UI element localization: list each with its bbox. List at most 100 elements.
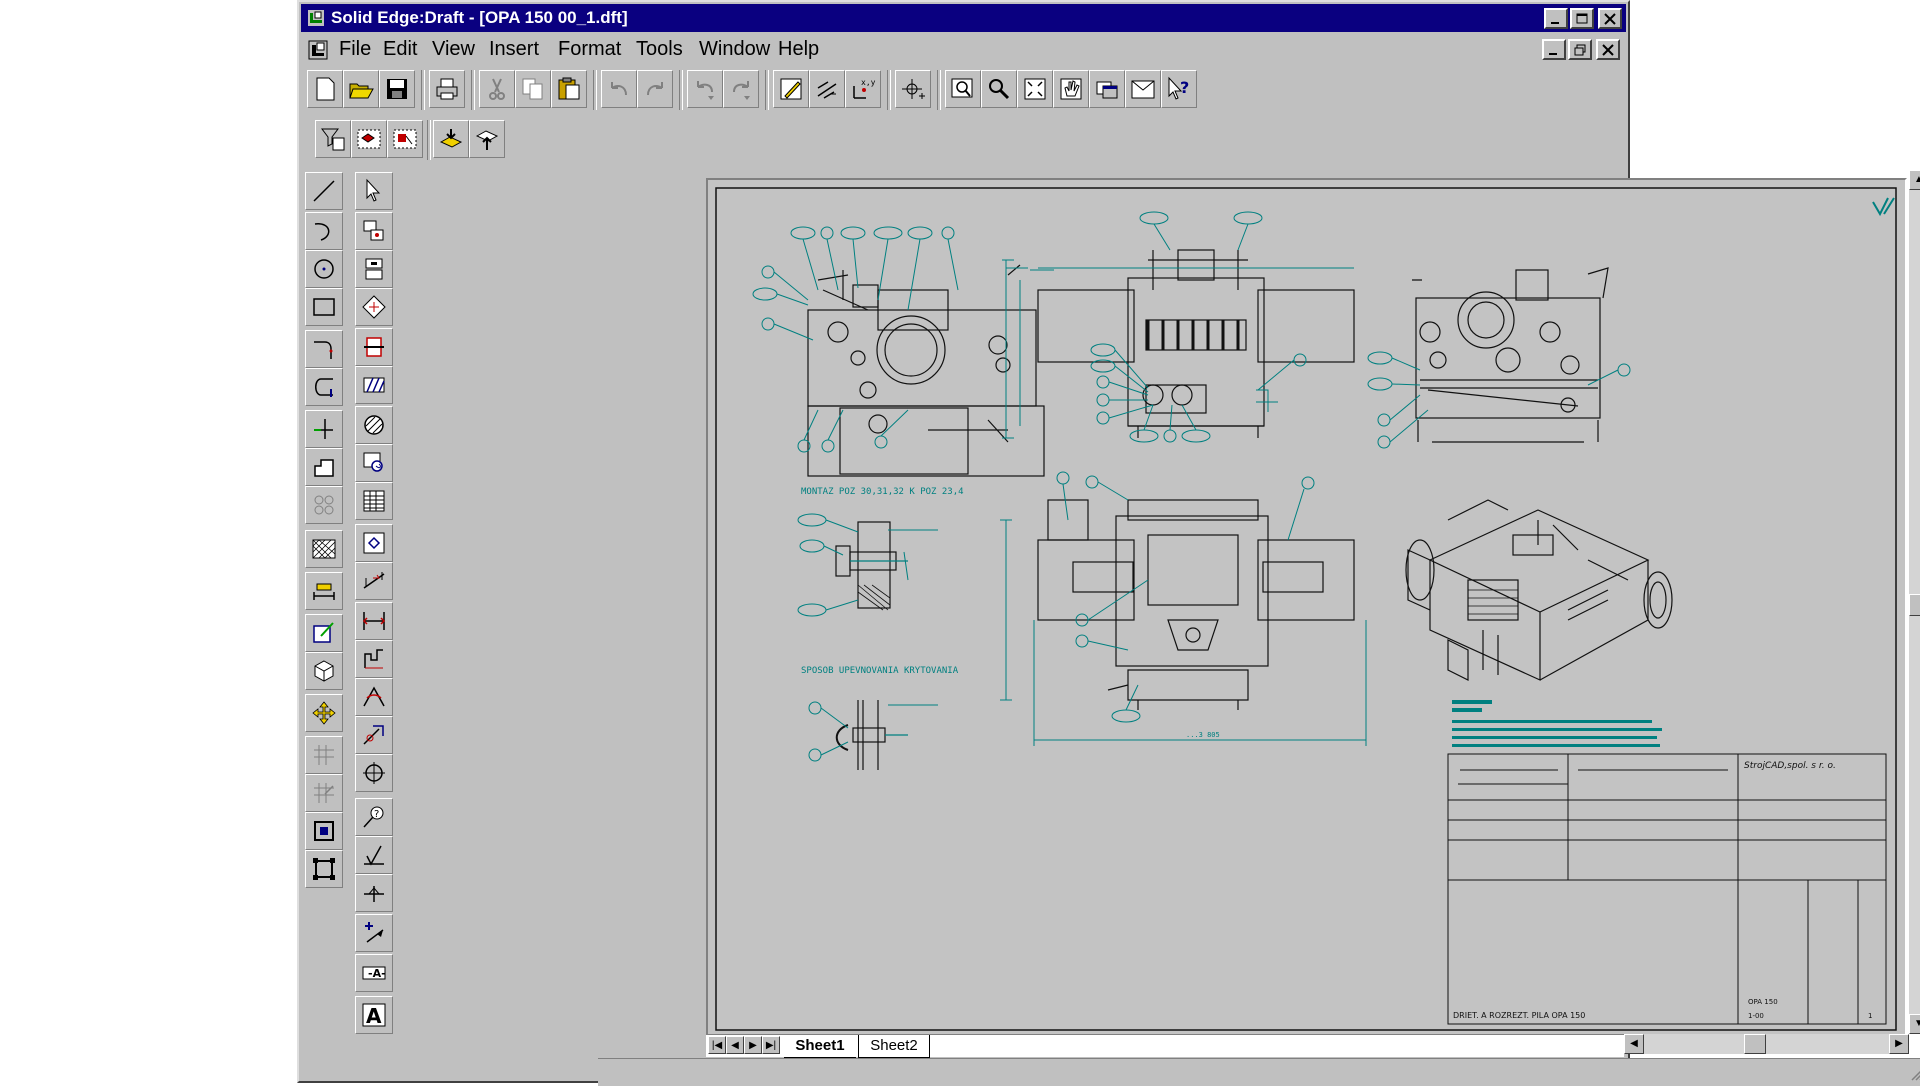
document-icon[interactable] <box>307 39 329 61</box>
help-pointer-button[interactable]: ? <box>1161 70 1197 108</box>
next-sheet-button[interactable]: ▶ <box>744 1036 762 1054</box>
parts-list-tool[interactable] <box>355 482 393 520</box>
trim-tool[interactable] <box>305 368 343 406</box>
drawing-view-tool[interactable] <box>355 524 393 562</box>
zoom-button[interactable] <box>981 70 1017 108</box>
draw-button[interactable] <box>773 70 809 108</box>
select-all-button[interactable] <box>387 120 423 158</box>
scale-tool[interactable] <box>305 812 343 850</box>
center-mark-tool[interactable] <box>355 754 393 792</box>
copy-button[interactable] <box>515 70 551 108</box>
leader-tool[interactable] <box>355 914 393 952</box>
stretch-tool[interactable] <box>305 774 343 812</box>
principal-view-tool[interactable] <box>355 250 393 288</box>
rotate-tool[interactable] <box>305 850 343 888</box>
open-button[interactable] <box>343 70 379 108</box>
select-tool[interactable] <box>355 172 393 210</box>
pattern-tool[interactable] <box>305 486 343 524</box>
doc-close-button[interactable] <box>1596 39 1620 60</box>
doc-restore-button[interactable] <box>1568 39 1592 60</box>
drawing-sheet[interactable]: MONTAZ POZ 30,31,32 K POZ 23,4 SPOSOB UP… <box>706 178 1907 1040</box>
save-button[interactable] <box>379 70 415 108</box>
window-view-button[interactable] <box>1089 70 1125 108</box>
vertical-scroll-thumb[interactable] <box>1909 594 1920 616</box>
cutting-plane-tool[interactable] <box>355 366 393 404</box>
background-sheet-button[interactable] <box>1125 70 1161 108</box>
arc-tool[interactable] <box>305 212 343 250</box>
balloon-tool[interactable]: ? <box>355 798 393 836</box>
horizontal-dimension-tool[interactable] <box>355 602 393 640</box>
prev-sheet-button[interactable]: ◀ <box>726 1036 744 1054</box>
menu-tools[interactable]: Tools <box>636 38 683 61</box>
redo-list-button[interactable] <box>723 70 759 108</box>
coordinate-button[interactable]: x,y <box>845 70 881 108</box>
tab-sheet2[interactable]: Sheet2 <box>858 1035 930 1058</box>
symmetric-diameter-tool[interactable] <box>355 716 393 754</box>
undo-button[interactable] <box>601 70 637 108</box>
snap-point-button[interactable] <box>895 70 931 108</box>
hatch-tool[interactable] <box>305 530 343 568</box>
menu-edit[interactable]: Edit <box>383 38 417 61</box>
doc-minimize-button[interactable] <box>1542 39 1566 60</box>
distance-tool[interactable] <box>355 562 393 600</box>
rectangle-tool[interactable] <box>305 288 343 326</box>
title-bar[interactable]: Solid Edge:Draft - [OPA 150 00_1.dft] <box>301 4 1626 32</box>
undo-list-button[interactable] <box>687 70 723 108</box>
last-sheet-button[interactable]: ▶| <box>762 1036 780 1054</box>
circle-tool[interactable] <box>305 250 343 288</box>
surface-texture-tool[interactable] <box>355 836 393 874</box>
menu-file[interactable]: File <box>339 38 371 61</box>
move-tool[interactable] <box>305 694 343 732</box>
bring-front-button[interactable] <box>433 120 469 158</box>
fillet-tool[interactable] <box>305 330 343 368</box>
broken-out-tool[interactable] <box>355 406 393 444</box>
extend-tool[interactable] <box>305 410 343 448</box>
auxiliary-view-tool[interactable] <box>355 288 393 326</box>
text-tool[interactable]: A <box>355 996 393 1034</box>
menu-format[interactable]: Format <box>558 38 621 61</box>
dimension-style-button[interactable] <box>809 70 845 108</box>
scroll-left-button[interactable]: ◀ <box>1624 1034 1644 1054</box>
dimension-tool[interactable] <box>305 572 343 610</box>
coordinate-dimension-tool[interactable] <box>355 640 393 678</box>
weld-symbol-tool[interactable] <box>355 874 393 912</box>
filter-button[interactable] <box>315 120 351 158</box>
menu-window[interactable]: Window <box>699 38 770 61</box>
vertical-scrollbar[interactable]: ▲ ▼ <box>1909 170 1920 1034</box>
horizontal-scroll-thumb[interactable] <box>1744 1034 1766 1054</box>
redo-button[interactable] <box>637 70 673 108</box>
paste-button[interactable] <box>551 70 587 108</box>
line-tool[interactable] <box>305 172 343 210</box>
menu-help[interactable]: Help <box>778 38 819 61</box>
maximize-button[interactable] <box>1570 8 1594 29</box>
array-tool[interactable] <box>305 736 343 774</box>
zoom-area-button[interactable] <box>945 70 981 108</box>
edit-sketch-tool[interactable] <box>305 614 343 652</box>
minimize-button[interactable] <box>1544 8 1568 29</box>
first-sheet-button[interactable]: |◀ <box>708 1036 726 1054</box>
menu-view[interactable]: View <box>432 38 475 61</box>
scroll-up-button[interactable]: ▲ <box>1909 170 1920 190</box>
scroll-right-button[interactable]: ▶ <box>1889 1034 1909 1054</box>
tab-sheet1[interactable]: Sheet1 <box>784 1035 856 1059</box>
print-button[interactable] <box>429 70 465 108</box>
fit-button[interactable] <box>1017 70 1053 108</box>
scroll-down-button[interactable]: ▼ <box>1909 1014 1920 1034</box>
new-button[interactable] <box>307 70 343 108</box>
feature-control-tool[interactable]: -A- <box>355 954 393 992</box>
select-group-button[interactable] <box>351 120 387 158</box>
pan-button[interactable] <box>1053 70 1089 108</box>
detail-view-tool[interactable] <box>355 444 393 482</box>
fill-tool[interactable] <box>305 448 343 486</box>
trim-curve-icon <box>315 378 333 397</box>
send-back-button[interactable] <box>469 120 505 158</box>
cut-button[interactable] <box>479 70 515 108</box>
section-view-tool[interactable] <box>355 328 393 366</box>
horizontal-scrollbar[interactable]: ◀ ▶ <box>1624 1034 1909 1054</box>
angle-dimension-tool[interactable] <box>355 678 393 716</box>
close-button[interactable] <box>1598 8 1622 29</box>
view-wizard-tool[interactable] <box>355 212 393 250</box>
3d-view-tool[interactable] <box>305 652 343 690</box>
resize-grip-icon[interactable] <box>1909 1067 1920 1081</box>
menu-insert[interactable]: Insert <box>489 38 539 61</box>
